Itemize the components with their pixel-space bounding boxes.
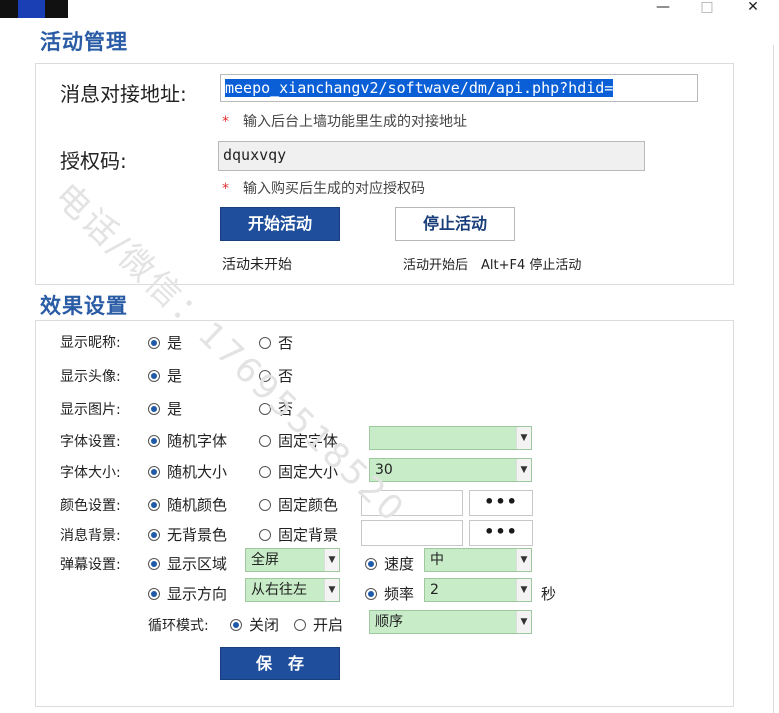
frequency-select[interactable]: 2 ▼	[424, 578, 532, 602]
code-input[interactable]: dquxvqy	[218, 141, 645, 171]
speed-select[interactable]: 中 ▼	[424, 548, 532, 572]
minimize-button[interactable]: —	[648, 0, 678, 16]
direction-select[interactable]: 从右往左 ▼	[245, 578, 340, 602]
color-label: 颜色设置:	[60, 498, 121, 514]
danmaku-label: 弹幕设置:	[60, 557, 121, 573]
bg-label: 消息背景:	[60, 528, 121, 544]
code-hint: * 输入购买后生成的对应授权码	[222, 181, 425, 197]
maximize-button[interactable]: □	[692, 0, 722, 16]
avatar-yes-radio[interactable]: 是	[148, 365, 182, 386]
app-icon	[0, 0, 68, 18]
nick-yes-radio[interactable]: 是	[148, 332, 182, 353]
url-label: 消息对接地址:	[60, 82, 187, 106]
fixed-color-radio[interactable]: 固定颜色	[259, 494, 338, 515]
font-label: 字体设置:	[60, 434, 121, 450]
url-input[interactable]: meepo_xianchangv2/softwave/dm/api.php?hd…	[220, 74, 698, 102]
display-direction-radio[interactable]: 显示方向	[148, 583, 227, 604]
url-hint: * 输入后台上墙功能里生成的对接地址	[222, 114, 467, 130]
nick-label: 显示昵称:	[60, 335, 121, 351]
fixed-bg-radio[interactable]: 固定背景	[259, 524, 338, 545]
chevron-down-icon: ▼	[324, 579, 339, 601]
scroll-edge	[773, 45, 774, 713]
color-picker-button[interactable]: •••	[469, 490, 533, 516]
loop-label: 循环模式:	[148, 618, 209, 634]
stop-button[interactable]: 停止活动	[395, 207, 515, 241]
code-label: 授权码:	[60, 149, 127, 173]
effects-title: 效果设置	[40, 294, 128, 318]
chevron-down-icon: ▼	[324, 549, 339, 571]
image-yes-radio[interactable]: 是	[148, 398, 182, 419]
area-select[interactable]: 全屏 ▼	[245, 548, 340, 572]
chevron-down-icon: ▼	[516, 427, 531, 449]
code-value: dquxvqy	[223, 146, 287, 164]
start-button[interactable]: 开始活动	[220, 207, 340, 241]
save-button[interactable]: 保 存	[220, 647, 340, 680]
random-font-radio[interactable]: 随机字体	[148, 430, 227, 451]
chevron-down-icon: ▼	[516, 459, 531, 481]
size-label: 字体大小:	[60, 465, 121, 481]
font-select[interactable]: ▼	[369, 426, 532, 450]
loop-mode-select[interactable]: 顺序 ▼	[369, 610, 532, 634]
speed-radio[interactable]: 速度	[365, 553, 414, 574]
random-size-radio[interactable]: 随机大小	[148, 461, 227, 482]
frequency-unit: 秒	[541, 585, 557, 603]
chevron-down-icon: ▼	[516, 579, 531, 601]
activity-title: 活动管理	[40, 30, 128, 54]
chevron-down-icon: ▼	[516, 549, 531, 571]
bg-picker-button[interactable]: •••	[469, 520, 533, 546]
status-text: 活动未开始	[222, 257, 292, 273]
display-area-radio[interactable]: 显示区域	[148, 553, 227, 574]
close-button[interactable]: ✕	[738, 0, 768, 16]
no-bg-radio[interactable]: 无背景色	[148, 524, 227, 545]
random-color-radio[interactable]: 随机颜色	[148, 494, 227, 515]
loop-on-radio[interactable]: 开启	[294, 614, 343, 635]
frequency-radio[interactable]: 频率	[365, 583, 414, 604]
image-label: 显示图片:	[60, 402, 121, 418]
loop-off-radio[interactable]: 关闭	[230, 614, 279, 635]
stop-tip: 活动开始后 Alt+F4 停止活动	[403, 258, 582, 273]
chevron-down-icon: ▼	[516, 611, 531, 633]
url-value: meepo_xianchangv2/softwave/dm/api.php?hd…	[225, 79, 614, 97]
avatar-label: 显示头像:	[60, 369, 121, 385]
